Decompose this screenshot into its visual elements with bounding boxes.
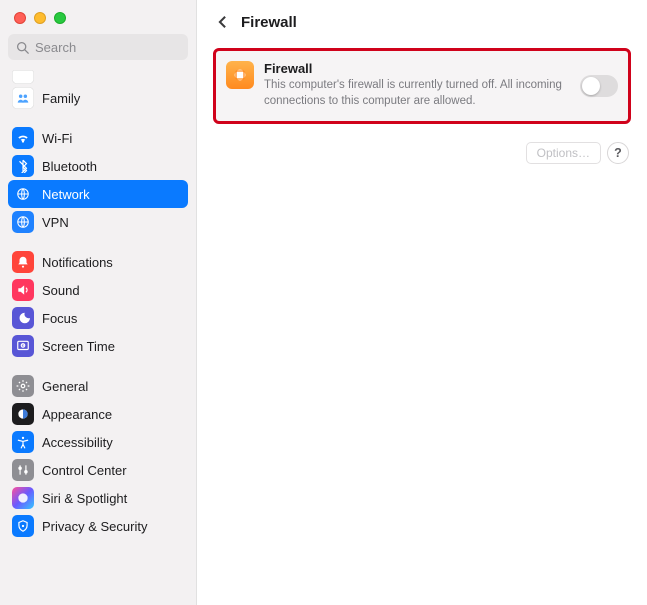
search-input[interactable]: Search xyxy=(8,34,188,60)
page-title: Firewall xyxy=(241,14,297,31)
firewall-card-title: Firewall xyxy=(264,61,574,76)
sidebar-item-label: Sound xyxy=(42,283,80,298)
sidebar-item-label: Bluetooth xyxy=(42,159,97,174)
sidebar-item-label: Privacy & Security xyxy=(42,519,147,534)
sound-icon xyxy=(12,279,34,301)
sidebar-item-network[interactable]: Network xyxy=(8,180,188,208)
bluetooth-icon xyxy=(12,155,34,177)
sidebar-item-label: Screen Time xyxy=(42,339,115,354)
sidebar-item-label: Focus xyxy=(42,311,77,326)
focus-icon xyxy=(12,307,34,329)
detail-header: Firewall xyxy=(209,0,635,44)
sidebar-item-screen-time[interactable]: Screen Time xyxy=(8,332,188,360)
minimize-window-button[interactable] xyxy=(34,12,46,24)
sidebar-item-label: Control Center xyxy=(42,463,127,478)
sidebar-item-notifications[interactable]: Notifications xyxy=(8,248,188,276)
privacy-icon xyxy=(12,515,34,537)
toggle-knob xyxy=(582,77,600,95)
firewall-toggle[interactable] xyxy=(580,75,618,97)
sidebar-item-sound[interactable]: Sound xyxy=(8,276,188,304)
sidebar-list: Family Wi-Fi Bluetooth Network VPN Notificati… xyxy=(0,66,196,540)
sidebar-item-label: Appearance xyxy=(42,407,112,422)
sidebar-item-siri-spotlight[interactable]: Siri & Spotlight xyxy=(8,484,188,512)
notifications-icon xyxy=(12,251,34,273)
zoom-window-button[interactable] xyxy=(54,12,66,24)
firewall-icon xyxy=(226,61,254,89)
sidebar-item-label: VPN xyxy=(42,215,69,230)
firewall-card-description: This computer's firewall is currently tu… xyxy=(264,78,574,109)
sidebar-item-focus[interactable]: Focus xyxy=(8,304,188,332)
sidebar-item-general[interactable]: General xyxy=(8,372,188,400)
control-center-icon xyxy=(12,459,34,481)
window-controls xyxy=(0,0,196,34)
siri-icon xyxy=(12,487,34,509)
sidebar-item-vpn[interactable]: VPN xyxy=(8,208,188,236)
sidebar-item-peek[interactable] xyxy=(8,68,188,84)
screen-time-icon xyxy=(12,335,34,357)
network-icon xyxy=(12,183,34,205)
main-content: Firewall Firewall This computer's firewa… xyxy=(197,0,647,605)
family-icon xyxy=(12,87,34,109)
detail-footer: Options… ? xyxy=(209,124,635,164)
sidebar-item-accessibility[interactable]: Accessibility xyxy=(8,428,188,456)
search-icon xyxy=(16,41,29,54)
help-button[interactable]: ? xyxy=(607,142,629,164)
accessibility-icon xyxy=(12,431,34,453)
sidebar-item-label: Siri & Spotlight xyxy=(42,491,127,506)
sidebar-item-wi-fi[interactable]: Wi-Fi xyxy=(8,124,188,152)
sidebar-item-label: Network xyxy=(42,187,90,202)
sidebar-item-label: Notifications xyxy=(42,255,113,270)
search-placeholder: Search xyxy=(35,40,76,55)
sidebar-item-privacy-security[interactable]: Privacy & Security xyxy=(8,512,188,540)
sidebar-item-label: Family xyxy=(42,91,80,106)
sidebar-item-control-center[interactable]: Control Center xyxy=(8,456,188,484)
sidebar: Search Family Wi-Fi Bluetooth Network VPN Not… xyxy=(0,0,197,605)
firewall-card: Firewall This computer's firewall is cur… xyxy=(213,48,631,124)
wifi-icon xyxy=(12,127,34,149)
general-icon xyxy=(12,375,34,397)
appearance-icon xyxy=(12,403,34,425)
sidebar-item-family[interactable]: Family xyxy=(8,84,188,112)
vpn-icon xyxy=(12,211,34,233)
back-button[interactable] xyxy=(209,10,235,34)
sidebar-item-label: Accessibility xyxy=(42,435,113,450)
chevron-left-icon xyxy=(218,15,227,29)
close-window-button[interactable] xyxy=(14,12,26,24)
sidebar-item-appearance[interactable]: Appearance xyxy=(8,400,188,428)
peek-icon xyxy=(12,70,34,84)
sidebar-item-label: General xyxy=(42,379,88,394)
sidebar-item-bluetooth[interactable]: Bluetooth xyxy=(8,152,188,180)
options-button[interactable]: Options… xyxy=(526,142,601,164)
sidebar-item-label: Wi-Fi xyxy=(42,131,72,146)
